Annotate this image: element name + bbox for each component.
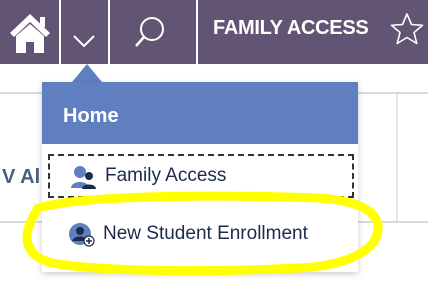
menu-item-label: Family Access: [105, 165, 227, 186]
user-add-icon: [69, 223, 95, 247]
chevron-down-icon: [73, 35, 95, 48]
home-dropdown-menu: Home Family Access New Student Enrollmen…: [42, 82, 358, 272]
home-menu-button[interactable]: [60, 0, 108, 64]
home-button[interactable]: [0, 0, 60, 64]
menu-item-new-student-enrollment[interactable]: New Student Enrollment: [48, 214, 354, 254]
topbar-divider: [196, 0, 198, 64]
home-icon: [10, 14, 50, 53]
family-icon: [71, 166, 96, 189]
star-icon[interactable]: [390, 12, 424, 46]
divider: [396, 94, 398, 221]
menu-item-family-access[interactable]: Family Access: [48, 154, 354, 198]
menu-item-label: New Student Enrollment: [103, 223, 308, 244]
background-text: V Al: [2, 166, 41, 188]
dropdown-caret: [72, 64, 102, 82]
dropdown-title: Home: [63, 105, 119, 127]
top-navigation-bar: FAMILY ACCESS: [0, 0, 428, 64]
search-icon: [135, 17, 164, 47]
search-button[interactable]: [110, 0, 196, 64]
page-title: FAMILY ACCESS: [213, 17, 369, 39]
dropdown-header: Home: [42, 82, 358, 144]
